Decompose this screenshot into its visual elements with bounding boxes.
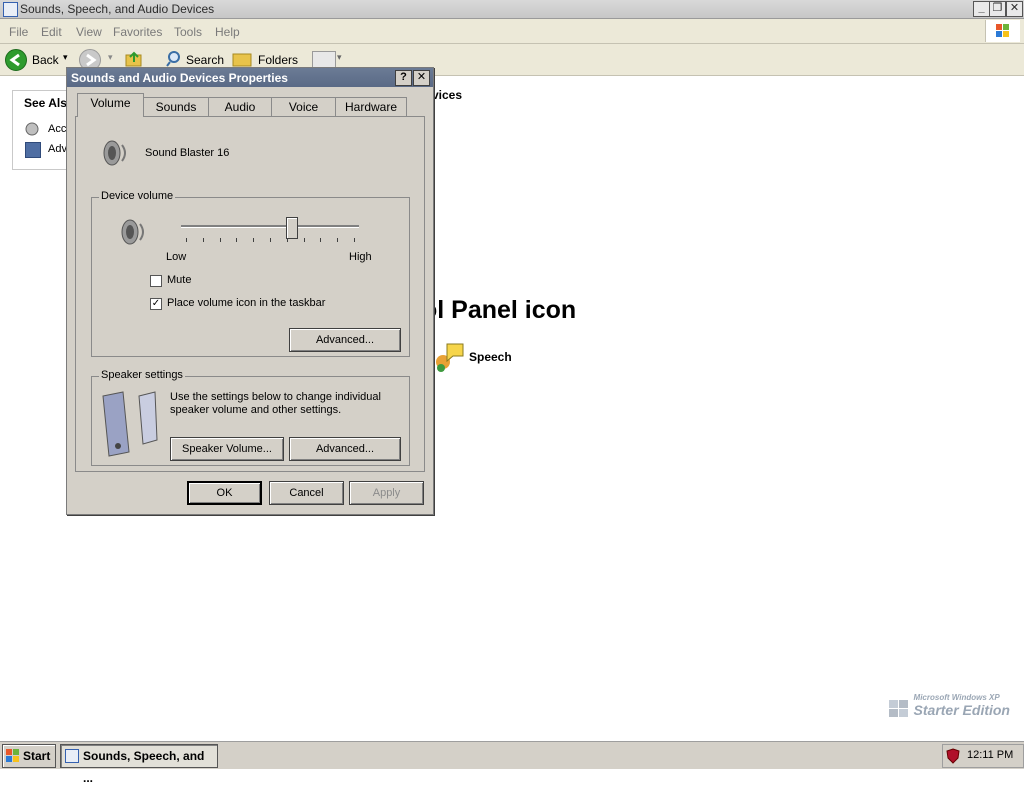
minimize-button[interactable]: _	[973, 1, 990, 17]
forward-dropdown-icon[interactable]: ▾	[108, 52, 113, 63]
slider-tick	[186, 238, 187, 242]
accessibility-icon	[25, 122, 39, 136]
tab-volume[interactable]: Volume	[77, 93, 144, 117]
slider-tick	[236, 238, 238, 242]
folders-icon[interactable]	[232, 50, 254, 68]
folders-button[interactable]: Folders	[258, 53, 298, 67]
views-dropdown-icon[interactable]: ▾	[337, 52, 342, 63]
tab-hardware[interactable]: Hardware	[335, 97, 407, 116]
windows-flag-icon	[886, 697, 912, 721]
see-also-link-accessibility[interactable]: Acc	[48, 123, 66, 135]
speaker-icon	[98, 136, 132, 170]
slider-tick	[354, 238, 355, 242]
menu-view[interactable]: View	[76, 25, 102, 39]
slider-tick	[337, 238, 339, 242]
speech-icon[interactable]	[433, 340, 465, 372]
volume-high-label: High	[349, 251, 372, 263]
volume-slider-track[interactable]	[181, 225, 359, 228]
edition-watermark: Microsoft Windows XP Starter Edition	[886, 693, 1010, 718]
tab-audio[interactable]: Audio	[208, 97, 272, 116]
slider-tick	[303, 238, 305, 242]
volume-low-label: Low	[166, 251, 187, 263]
volume-slider-thumb[interactable]	[286, 217, 299, 239]
watermark-line2: Starter Edition	[913, 702, 1010, 718]
sounds-properties-dialog: Sounds and Audio Devices Properties ? ✕ …	[66, 67, 434, 515]
device-volume-legend: Device volume	[99, 190, 176, 202]
taskbar: Start Sounds, Speech, and ... 12:11 PM	[0, 741, 1024, 785]
menu-help[interactable]: Help	[215, 25, 240, 39]
speech-link[interactable]: Speech	[469, 350, 512, 364]
dialog-titlebar: Sounds and Audio Devices Properties ? ✕	[67, 68, 433, 87]
see-also-link-advanced[interactable]: Adv	[48, 143, 67, 155]
help-button[interactable]: ?	[395, 70, 412, 86]
ok-button[interactable]: OK	[187, 481, 262, 505]
task-icon	[65, 749, 79, 763]
start-flag-icon	[6, 749, 19, 762]
back-arrow-icon[interactable]	[5, 49, 27, 71]
menu-edit[interactable]: Edit	[41, 25, 62, 39]
control-panel-icon	[3, 2, 18, 17]
volume-speaker-icon	[116, 216, 148, 250]
volume-slider-ticks	[181, 238, 359, 244]
tab-sounds[interactable]: Sounds	[143, 97, 209, 116]
windows-logo-icon	[985, 20, 1020, 42]
device-name: Sound Blaster 16	[145, 147, 230, 159]
see-also-heading: See Als	[24, 96, 67, 110]
menu-bar: File Edit View Favorites Tools Help	[0, 19, 1024, 44]
volume-tab-panel: Sound Blaster 16 Device volume Low High …	[75, 116, 425, 472]
taskbar-icon-checkbox[interactable]: ✓	[150, 298, 162, 310]
back-button[interactable]: Back	[32, 53, 59, 67]
cancel-button[interactable]: Cancel	[269, 481, 344, 505]
slider-tick	[219, 238, 221, 242]
see-also-panel: See Als Acc Adv	[12, 90, 70, 170]
speaker-settings-legend: Speaker settings	[99, 369, 185, 381]
clock: 12:11 PM	[967, 749, 1014, 761]
explorer-titlebar: Sounds, Speech, and Audio Devices _ ❐ ✕	[0, 0, 1024, 19]
speaker-settings-description: Use the settings below to change individ…	[170, 391, 381, 416]
volume-advanced-button[interactable]: Advanced...	[289, 328, 401, 352]
apply-button[interactable]: Apply	[349, 481, 424, 505]
search-icon[interactable]	[166, 50, 182, 68]
slider-tick	[320, 238, 322, 242]
menu-tools[interactable]: Tools	[174, 25, 202, 39]
watermark-line1: Microsoft Windows XP	[913, 693, 1000, 702]
menu-file[interactable]: File	[9, 25, 28, 39]
up-folder-icon[interactable]	[124, 50, 144, 68]
slider-tick	[202, 238, 204, 242]
system-tray: 12:11 PM	[942, 744, 1024, 768]
speaker-settings-group: Speaker settings Use the settings below …	[91, 369, 410, 466]
mute-checkbox[interactable]	[150, 275, 162, 287]
mute-label: Mute	[167, 274, 192, 286]
back-dropdown-icon[interactable]: ▾	[63, 52, 68, 63]
device-volume-group: Device volume Low High Mute ✓ Place volu…	[91, 190, 410, 357]
speaker-volume-button[interactable]: Speaker Volume...	[170, 437, 284, 461]
restore-button[interactable]: ❐	[989, 1, 1006, 17]
speakers-icon	[99, 390, 159, 458]
taskbar-icon-label: Place volume icon in the taskbar	[167, 297, 326, 309]
security-shield-icon[interactable]	[946, 748, 960, 764]
taskbar-window-label: Sounds, Speech, and ...	[83, 749, 205, 785]
control-panel-icon-heading: ol Panel icon	[422, 296, 577, 324]
slider-tick	[270, 238, 271, 242]
start-label: Start	[23, 749, 51, 763]
tab-voice[interactable]: Voice	[271, 97, 336, 116]
info-icon	[25, 142, 41, 158]
start-button[interactable]: Start	[2, 744, 56, 768]
search-button[interactable]: Search	[186, 53, 224, 67]
menu-favorites[interactable]: Favorites	[113, 25, 162, 39]
dialog-title: Sounds and Audio Devices Properties	[71, 71, 288, 85]
taskbar-window-button[interactable]: Sounds, Speech, and ...	[60, 744, 218, 785]
section-heading-fragment: vices	[432, 88, 463, 102]
window-title: Sounds, Speech, and Audio Devices	[20, 2, 215, 16]
speaker-advanced-button[interactable]: Advanced...	[289, 437, 401, 461]
dialog-close-button[interactable]: ✕	[413, 70, 430, 86]
close-button[interactable]: ✕	[1006, 1, 1023, 17]
slider-tick	[253, 238, 255, 242]
